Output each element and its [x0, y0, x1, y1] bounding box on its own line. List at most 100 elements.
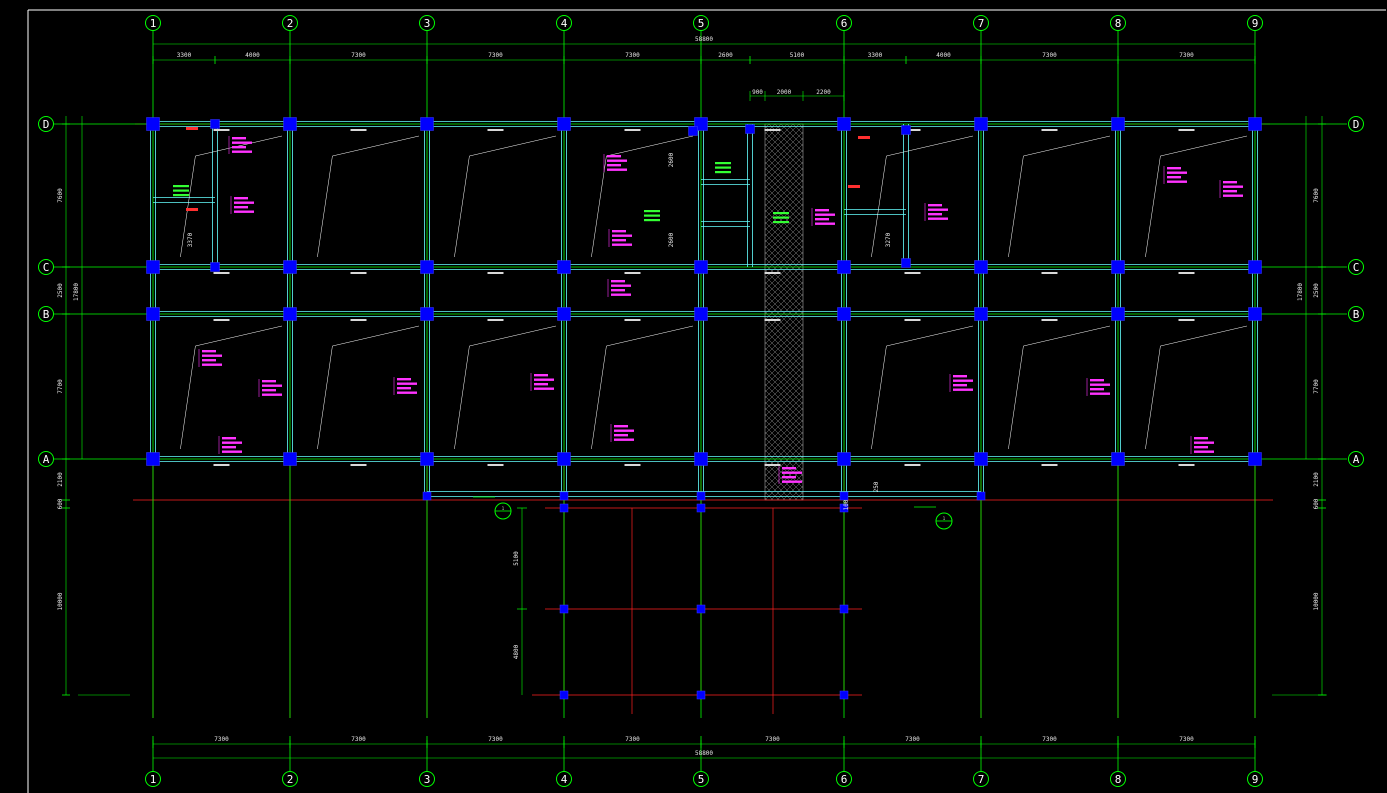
column-1B — [146, 307, 160, 321]
column-6C — [837, 260, 851, 274]
column-1C — [146, 260, 160, 274]
beam-tag-4-0 — [764, 129, 781, 131]
column-5B — [694, 307, 708, 321]
beam-tag-2-2 — [487, 319, 504, 321]
note-line — [222, 441, 242, 444]
note-line — [815, 222, 835, 225]
note-line — [1194, 450, 1214, 453]
note-line — [782, 471, 802, 474]
column-5A — [694, 452, 708, 466]
left-dim-1: 2500 — [57, 283, 64, 298]
note-line — [614, 438, 634, 441]
note-line — [953, 384, 967, 387]
note-line — [1223, 185, 1243, 188]
bottom-total-dim-text: 58800 — [695, 750, 713, 757]
axis-label-left-D: D — [43, 118, 50, 131]
note-line — [715, 171, 731, 174]
red-note-2 — [848, 185, 860, 188]
column-front-1 — [559, 491, 569, 501]
column-9D — [1248, 117, 1262, 131]
right-dim-1: 2500 — [1313, 283, 1320, 298]
column-2C — [283, 260, 297, 274]
note-line — [202, 359, 216, 362]
note-line — [222, 446, 236, 449]
axis-label-top-2: 2 — [287, 17, 294, 30]
stair-dim-2: 2200 — [816, 89, 831, 96]
note-line — [262, 393, 282, 396]
green-note-3 — [644, 210, 660, 222]
column-foundation-7 — [696, 690, 706, 700]
note-line — [234, 210, 254, 213]
right-dim-5: 10000 — [1313, 592, 1320, 610]
note-line — [232, 146, 246, 149]
column-foundation-5 — [839, 604, 849, 614]
top-span-7: 3300 — [868, 52, 883, 59]
column-7C — [974, 260, 988, 274]
top-total-dim-text: 58800 — [695, 36, 713, 43]
beam-tag-5-2 — [904, 319, 921, 321]
note-line — [614, 429, 634, 432]
note-line — [773, 216, 789, 219]
column-3A — [420, 452, 434, 466]
note-line — [173, 189, 189, 192]
beam-tag-2-3 — [487, 464, 504, 466]
red-note-1 — [858, 136, 870, 139]
note-line — [1090, 383, 1110, 386]
column-secondary-5 — [745, 124, 755, 134]
misc-dim-2: 100 — [843, 499, 850, 510]
left-dim-4: 600 — [57, 498, 64, 509]
top-span-0: 3300 — [177, 52, 192, 59]
note-line — [614, 434, 628, 437]
column-3D — [420, 117, 434, 131]
axis-label-right-B: B — [1353, 308, 1360, 321]
axis-label-bottom-9: 9 — [1252, 773, 1259, 786]
note-line — [202, 363, 222, 366]
bay-dim-0: 2600 — [668, 152, 675, 167]
bay-dim-1: 2600 — [668, 232, 675, 247]
beam-tag-0-0 — [213, 129, 230, 131]
note-line — [1194, 446, 1208, 449]
bottom-span-5: 7300 — [905, 736, 920, 743]
top-span-8: 4000 — [936, 52, 951, 59]
note-line — [1223, 190, 1237, 193]
note-line — [607, 164, 621, 167]
note-line — [232, 137, 246, 140]
beam-tag-5-3 — [904, 464, 921, 466]
column-5C — [694, 260, 708, 274]
note-line — [612, 239, 626, 242]
note-line — [614, 425, 628, 428]
beam-tag-6-0 — [1041, 129, 1058, 131]
note-line — [815, 209, 829, 212]
bottom-span-2: 7300 — [488, 736, 503, 743]
top-span-9: 7300 — [1042, 52, 1057, 59]
column-6A — [837, 452, 851, 466]
left-dim-2: 7700 — [57, 379, 64, 394]
axis-label-bottom-4: 4 — [561, 773, 568, 786]
column-front-0 — [422, 491, 432, 501]
beam-tag-3-0 — [624, 129, 641, 131]
note-line — [611, 289, 625, 292]
note-line — [611, 293, 631, 296]
beam-tag-6-1 — [1041, 272, 1058, 274]
column-foundation-3 — [559, 604, 569, 614]
column-2D — [283, 117, 297, 131]
column-foundation-8 — [839, 690, 849, 700]
note-line — [773, 212, 789, 215]
column-8B — [1111, 307, 1125, 321]
bottom-span-6: 7300 — [1042, 736, 1057, 743]
note-line — [815, 213, 835, 216]
beam-tag-1-0 — [350, 129, 367, 131]
beam-tag-1-2 — [350, 319, 367, 321]
column-secondary-4 — [688, 126, 698, 136]
column-8D — [1111, 117, 1125, 131]
axis-label-left-B: B — [43, 308, 50, 321]
axis-label-right-C: C — [1353, 261, 1360, 274]
column-8C — [1111, 260, 1125, 274]
axis-label-bottom-7: 7 — [978, 773, 985, 786]
red-note-0 — [186, 127, 198, 130]
beam-tag-7-1 — [1178, 272, 1195, 274]
beam-tag-0-2 — [213, 319, 230, 321]
bottom-span-3: 7300 — [625, 736, 640, 743]
note-line — [644, 214, 660, 217]
axis-label-bottom-5: 5 — [698, 773, 705, 786]
